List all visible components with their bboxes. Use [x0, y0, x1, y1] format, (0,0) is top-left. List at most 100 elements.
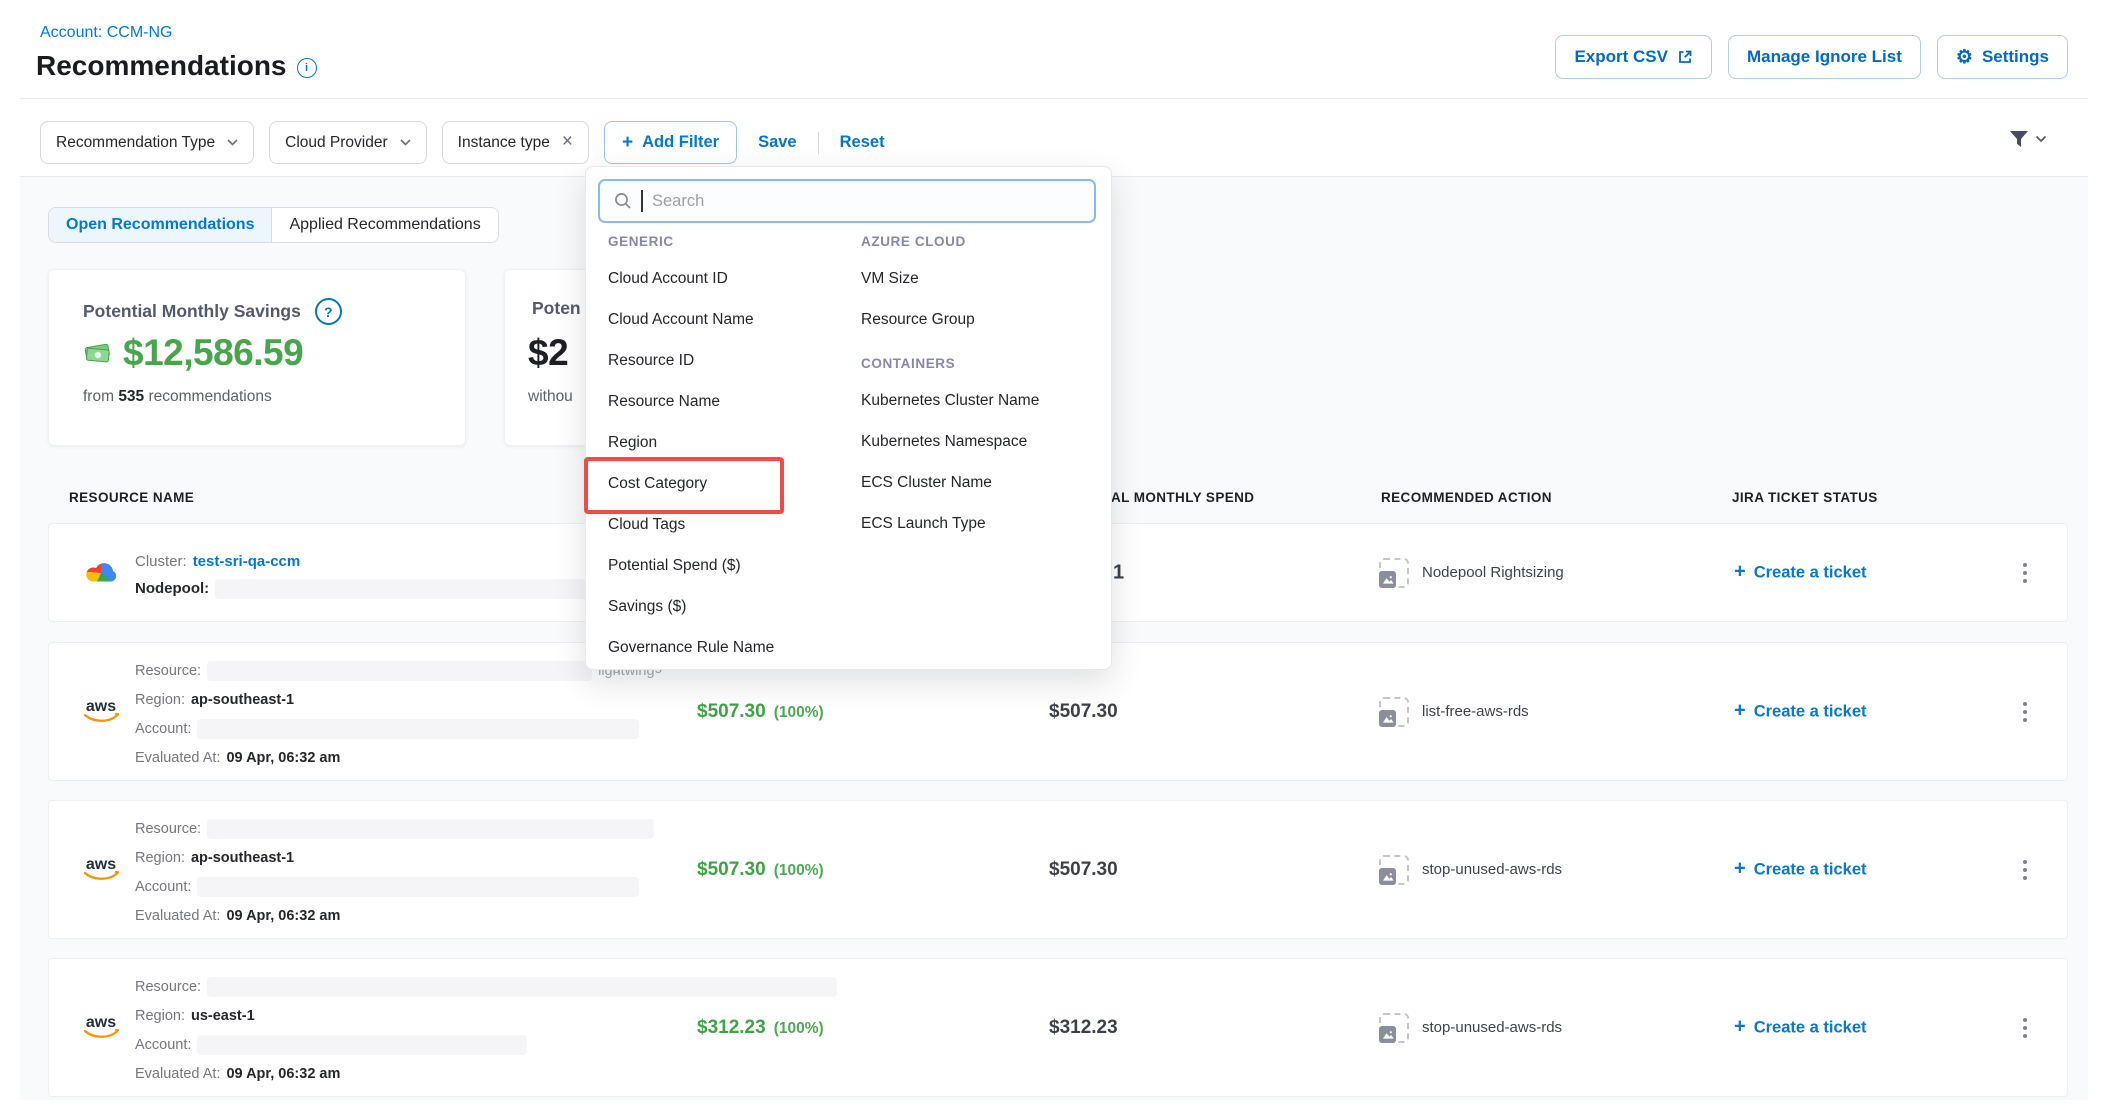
filter-option-cost-category[interactable]: Cost Category	[608, 463, 858, 504]
create-ticket-button[interactable]: +Create a ticket	[1734, 562, 1867, 583]
vertical-divider	[818, 132, 819, 154]
recommended-action-label: Nodepool Rightsizing	[1422, 564, 1564, 581]
column-header-al-monthly-spend: AL MONTHLY SPEND	[1111, 490, 1254, 505]
row-menu-button[interactable]	[2017, 696, 2033, 728]
resource-detail-line: Evaluated At:09 Apr, 06:32 am	[135, 1059, 837, 1088]
search-input[interactable]: Search	[598, 179, 1096, 223]
row-menu-button[interactable]	[2017, 557, 2033, 589]
settings-button[interactable]: ⚙ Settings	[1937, 35, 2068, 79]
info-icon[interactable]: i	[297, 58, 317, 78]
export-csv-label: Export CSV	[1574, 47, 1668, 67]
search-placeholder: Search	[652, 192, 704, 211]
filter-option-resource-name[interactable]: Resource Name	[608, 381, 858, 422]
redacted-value	[197, 719, 639, 739]
savings-percent: (100%)	[774, 704, 824, 721]
filter-option-cloud-tags[interactable]: Cloud Tags	[608, 504, 858, 545]
detail-value: 09 Apr, 06:32 am	[226, 1066, 340, 1082]
create-ticket-label: Create a ticket	[1754, 860, 1867, 879]
filter-option-resource-group[interactable]: Resource Group	[861, 299, 1096, 340]
filter-option-kubernetes-namespace[interactable]: Kubernetes Namespace	[861, 421, 1096, 462]
plus-icon: +	[1734, 699, 1746, 722]
subtitle-prefix: from	[83, 388, 118, 405]
text-caret	[641, 190, 643, 212]
filter-panel-toggle[interactable]	[2008, 128, 2047, 150]
detail-label: Region:	[135, 692, 185, 708]
tab-open-recommendations[interactable]: Open Recommendations	[49, 208, 271, 242]
detail-label: Cluster:	[135, 553, 187, 570]
detail-value: 09 Apr, 06:32 am	[226, 750, 340, 766]
page-title: Recommendations	[36, 50, 287, 82]
column-header-resource-name: RESOURCE NAME	[69, 490, 194, 505]
broken-image-icon	[1379, 558, 1409, 588]
broken-image-icon	[1379, 855, 1409, 885]
create-ticket-button[interactable]: +Create a ticket	[1734, 1017, 1867, 1038]
close-icon[interactable]: ×	[562, 132, 573, 151]
table-row: awsResource:Region:ap-southeast-1Account…	[48, 800, 2068, 939]
manage-ignore-list-label: Manage Ignore List	[1747, 47, 1902, 67]
add-filter-button[interactable]: + Add Filter	[604, 121, 737, 164]
filter-option-ecs-cluster-name[interactable]: ECS Cluster Name	[861, 462, 1096, 503]
subtitle-suffix: recommendations	[144, 388, 272, 405]
aws-provider-icon: aws	[80, 700, 122, 724]
recommended-action-cell: stop-unused-aws-rds	[1379, 1013, 1562, 1043]
detail-label: Resource:	[135, 663, 201, 679]
create-ticket-button[interactable]: +Create a ticket	[1734, 701, 1867, 722]
column-header-jira-ticket-status: JIRA TICKET STATUS	[1732, 490, 1878, 505]
export-csv-button[interactable]: Export CSV	[1555, 35, 1712, 79]
savings-subtitle: from 535 recommendations	[83, 388, 272, 406]
manage-ignore-list-button[interactable]: Manage Ignore List	[1728, 35, 1921, 79]
filter-option-potential-spend[interactable]: Potential Spend ($)	[608, 545, 858, 586]
filter-option-kubernetes-cluster-name[interactable]: Kubernetes Cluster Name	[861, 380, 1096, 421]
row-menu-button[interactable]	[2017, 1012, 2033, 1044]
tab-applied-recommendations[interactable]: Applied Recommendations	[271, 208, 497, 242]
reset-filter-button[interactable]: Reset	[834, 133, 891, 152]
filter-option-region[interactable]: Region	[608, 422, 858, 463]
save-filter-button[interactable]: Save	[752, 133, 803, 152]
filter-option-cloud-account-name[interactable]: Cloud Account Name	[608, 299, 858, 340]
filter-options-column-generic: GENERIC Cloud Account IDCloud Account Nam…	[608, 230, 858, 668]
search-icon	[614, 192, 632, 210]
filter-option-vm-size[interactable]: VM Size	[861, 258, 1096, 299]
filter-option-governance-rule-name[interactable]: Governance Rule Name	[608, 627, 858, 668]
filter-group-header: AZURE CLOUD	[861, 230, 1096, 252]
resource-detail-line: Evaluated At: 09 Apr, 06:32 am	[135, 743, 655, 772]
table-row: awsResource:Region:us-east-1Account:Eval…	[48, 958, 2068, 1097]
monthly-savings-cell: $507.30(100%)	[697, 859, 824, 881]
detail-label: Evaluated At:	[135, 908, 220, 924]
aws-logo: aws	[86, 700, 116, 713]
header-actions: Export CSV Manage Ignore List ⚙ Settings	[1555, 35, 2068, 79]
filter-chip-recommendation-type[interactable]: Recommendation Type	[40, 121, 254, 164]
header-divider	[20, 98, 2088, 99]
filter-chip-cloud-provider[interactable]: Cloud Provider	[269, 121, 427, 164]
filter-option-cloud-account-id[interactable]: Cloud Account ID	[608, 258, 858, 299]
monthly-savings-cell: $507.30(100%)	[697, 701, 824, 723]
filter-chip-label: Instance type	[458, 134, 550, 152]
filter-option-ecs-launch-type[interactable]: ECS Launch Type	[861, 503, 1096, 544]
create-ticket-button[interactable]: +Create a ticket	[1734, 859, 1867, 880]
filter-option-savings[interactable]: Savings ($)	[608, 586, 858, 627]
monthly-savings-cell: $312.23(100%)	[697, 1017, 824, 1039]
filter-group-header: GENERIC	[608, 230, 858, 252]
broken-image-icon	[1379, 1013, 1409, 1043]
resource-details: Resource:lightwingRegion:ap-southeast-1A…	[135, 656, 655, 772]
money-icon	[83, 341, 113, 365]
recommended-action-cell: stop-unused-aws-rds	[1379, 855, 1562, 885]
recommended-action-cell: list-free-aws-rds	[1379, 697, 1529, 727]
gear-icon: ⚙	[1956, 48, 1973, 67]
detail-value: 09 Apr, 06:32 am	[226, 908, 340, 924]
detail-label: Evaluated At:	[135, 750, 220, 766]
filter-chip-instance-type[interactable]: Instance type ×	[442, 121, 589, 164]
row-menu-button[interactable]	[2017, 854, 2033, 886]
resource-link[interactable]: test-sri-qa-ccm	[193, 553, 301, 570]
recommendations-tabs: Open RecommendationsApplied Recommendati…	[48, 207, 499, 243]
recommended-action-label: list-free-aws-rds	[1422, 703, 1529, 720]
filter-option-resource-id[interactable]: Resource ID	[608, 340, 858, 381]
help-icon[interactable]: ?	[315, 298, 342, 325]
add-filter-dropdown: Search GENERIC Cloud Account IDCloud Acco…	[585, 166, 1112, 670]
breadcrumb[interactable]: Account: CCM-NG	[40, 24, 172, 42]
filter-options-column-cloud: AZURE CLOUDVM SizeResource GroupCONTAINE…	[861, 230, 1096, 544]
plus-icon: +	[1734, 560, 1746, 583]
redacted-value	[207, 661, 592, 681]
resource-detail-line: Region:ap-southeast-1	[135, 843, 654, 872]
detail-label: Account:	[135, 879, 191, 895]
